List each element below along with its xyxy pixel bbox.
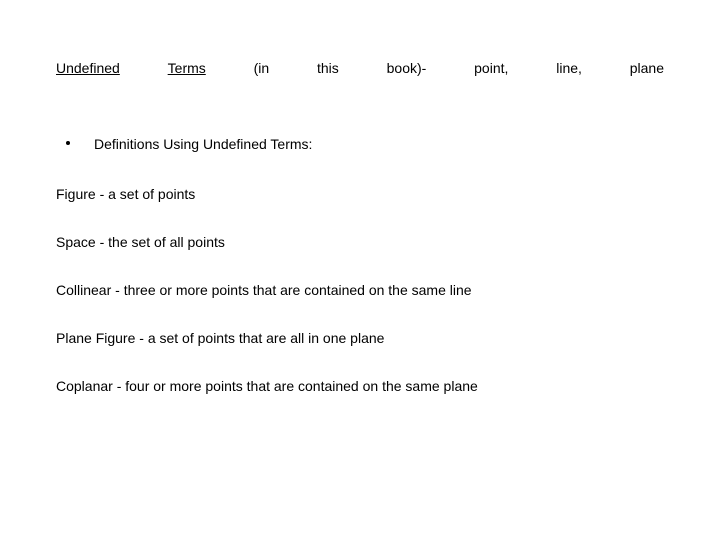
bullet-text: Definitions Using Undefined Terms: <box>94 136 312 152</box>
heading-word-line: line, <box>556 60 582 76</box>
heading-word-undefined: Undefined <box>56 60 120 76</box>
bullet-item: Definitions Using Undefined Terms: <box>56 136 664 152</box>
heading-row: Undefined Terms (in this book)- point, l… <box>56 60 664 76</box>
heading-word-in: (in <box>254 60 270 76</box>
heading-word-book: book)- <box>387 60 427 76</box>
definition-figure: Figure - a set of points <box>56 186 664 202</box>
document-page: Undefined Terms (in this book)- point, l… <box>0 0 720 540</box>
definition-coplanar: Coplanar - four or more points that are … <box>56 378 664 394</box>
heading-word-point: point, <box>474 60 508 76</box>
definition-space: Space - the set of all points <box>56 234 664 250</box>
definition-plane-figure: Plane Figure - a set of points that are … <box>56 330 664 346</box>
heading-word-this: this <box>317 60 339 76</box>
heading-word-plane: plane <box>630 60 664 76</box>
definition-collinear: Collinear - three or more points that ar… <box>56 282 664 298</box>
heading-word-terms: Terms <box>168 60 206 76</box>
bullet-icon <box>66 141 70 145</box>
